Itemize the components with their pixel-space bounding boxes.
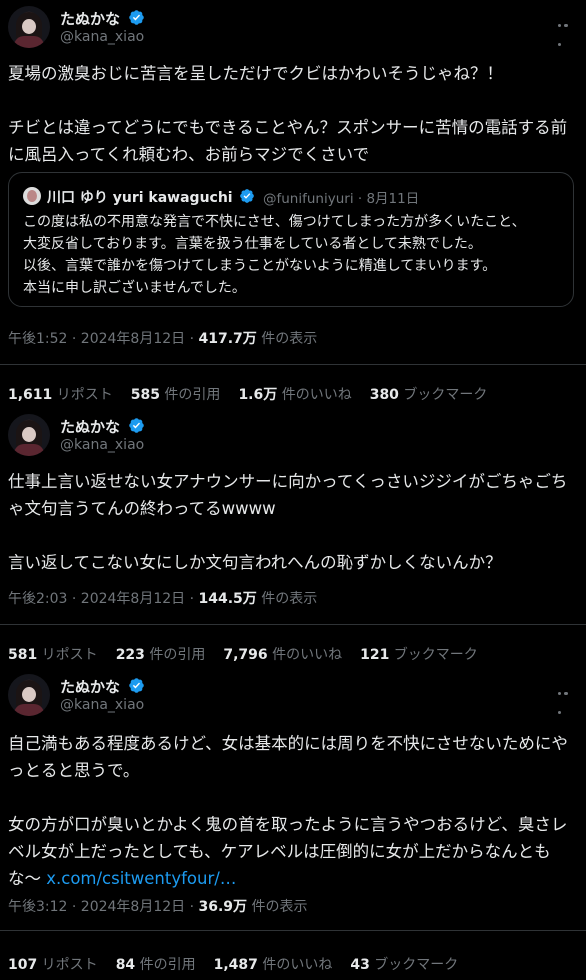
bookmark-count[interactable]: 43 ブックマーク	[350, 957, 458, 973]
tweet[interactable]: たぬかな @kana_xiao 自己満もある程度あるけど、女は基本的には周りを不…	[0, 672, 586, 980]
tweet[interactable]: たぬかな @kana_xiao 夏場の激臭おじに苦言を呈しただけでクビはかわいそ…	[0, 0, 586, 403]
tweet-text: 夏場の激臭おじに苦言を呈しただけでクビはかわいそうじゃね？！ チビとは違ってどう…	[8, 64, 568, 164]
quote-count[interactable]: 223 件の引用	[116, 647, 206, 663]
tweet-meta: 午後1:52 · 2024年8月12日 · 417.7万 件の表示	[8, 328, 317, 348]
verified-badge-icon	[129, 10, 144, 25]
more-options-icon[interactable]	[556, 12, 576, 46]
tweet-header: たぬかな @kana_xiao	[8, 6, 578, 50]
like-count[interactable]: 1,487 件のいいね	[214, 957, 333, 973]
view-count: 417.7万	[198, 331, 257, 347]
view-label: 件の表示	[256, 591, 318, 607]
view-count: 144.5万	[198, 591, 257, 607]
tweet-meta: 午後2:03 · 2024年8月12日 · 144.5万 件の表示	[8, 588, 317, 608]
avatar[interactable]	[8, 674, 50, 716]
timestamp[interactable]: 午後1:52 · 2024年8月12日 ·	[8, 331, 199, 347]
verified-badge-icon	[240, 189, 254, 203]
like-count[interactable]: 7,796 件のいいね	[223, 647, 342, 663]
quoted-tweet[interactable]: 川口 ゆり yuri kawaguchi @funifuniyuri · 8月1…	[8, 172, 574, 307]
user-handle[interactable]: @kana_xiao	[60, 437, 144, 453]
quoted-text: この度は私の不用意な発言で不快にさせ、傷つけてしまった方が多くいたこと、 大変反…	[23, 214, 526, 296]
engagement-stats: 107 リポスト 84 件の引用 1,487 件のいいね 43 ブックマーク	[8, 954, 476, 974]
engagement-stats: 1,611 リポスト 585 件の引用 1.6万 件のいいね 380 ブックマーク	[8, 384, 505, 404]
retweet-count[interactable]: 581 リポスト	[8, 647, 98, 663]
avatar[interactable]	[8, 414, 50, 456]
user-handle[interactable]: @kana_xiao	[60, 697, 144, 713]
quote-count[interactable]: 84 件の引用	[116, 957, 196, 973]
tweet-header: たぬかな @kana_xiao	[8, 414, 578, 458]
bookmark-count[interactable]: 380 ブックマーク	[370, 387, 488, 403]
view-label: 件の表示	[256, 331, 318, 347]
more-options-icon[interactable]	[556, 680, 576, 714]
verified-badge-icon	[129, 678, 144, 693]
tweet[interactable]: たぬかな @kana_xiao 仕事上言い返せない女アナウンサーに向かってくっさ…	[0, 412, 586, 672]
tweet-link[interactable]: x.com/csitwentyfour/…	[46, 869, 236, 888]
engagement-stats: 581 リポスト 223 件の引用 7,796 件のいいね 121 ブックマーク	[8, 644, 496, 664]
display-name[interactable]: たぬかな	[60, 8, 120, 29]
divider	[0, 364, 586, 365]
tweet-header: たぬかな @kana_xiao	[8, 674, 578, 718]
tweet-text: 仕事上言い返せない女アナウンサーに向かってくっさいジジイがごちゃごちゃ文句言うて…	[8, 472, 568, 572]
divider	[0, 930, 586, 931]
tweet-meta: 午後3:12 · 2024年8月12日 · 36.9万 件の表示	[8, 896, 308, 916]
quoted-avatar[interactable]	[23, 187, 41, 205]
view-label: 件の表示	[247, 899, 308, 915]
bookmark-count[interactable]: 121 ブックマーク	[360, 647, 478, 663]
tweet-text: 自己満もある程度あるけど、女は基本的には周りを不快にさせないためにやっとると思う…	[8, 734, 568, 888]
quoted-handle-date: @funifuniyuri · 8月11日	[263, 191, 420, 207]
retweet-count[interactable]: 1,611 リポスト	[8, 387, 113, 403]
user-handle[interactable]: @kana_xiao	[60, 29, 144, 45]
avatar[interactable]	[8, 6, 50, 48]
quote-count[interactable]: 585 件の引用	[131, 387, 221, 403]
quoted-display-name[interactable]: 川口 ゆり yuri kawaguchi	[47, 187, 233, 207]
retweet-count[interactable]: 107 リポスト	[8, 957, 98, 973]
view-count: 36.9万	[198, 899, 248, 915]
timestamp[interactable]: 午後2:03 · 2024年8月12日 ·	[8, 591, 199, 607]
display-name[interactable]: たぬかな	[60, 676, 120, 697]
timestamp[interactable]: 午後3:12 · 2024年8月12日 ·	[8, 899, 199, 915]
display-name[interactable]: たぬかな	[60, 416, 120, 437]
divider	[0, 624, 586, 625]
like-count[interactable]: 1.6万 件のいいね	[238, 387, 351, 403]
verified-badge-icon	[129, 418, 144, 433]
